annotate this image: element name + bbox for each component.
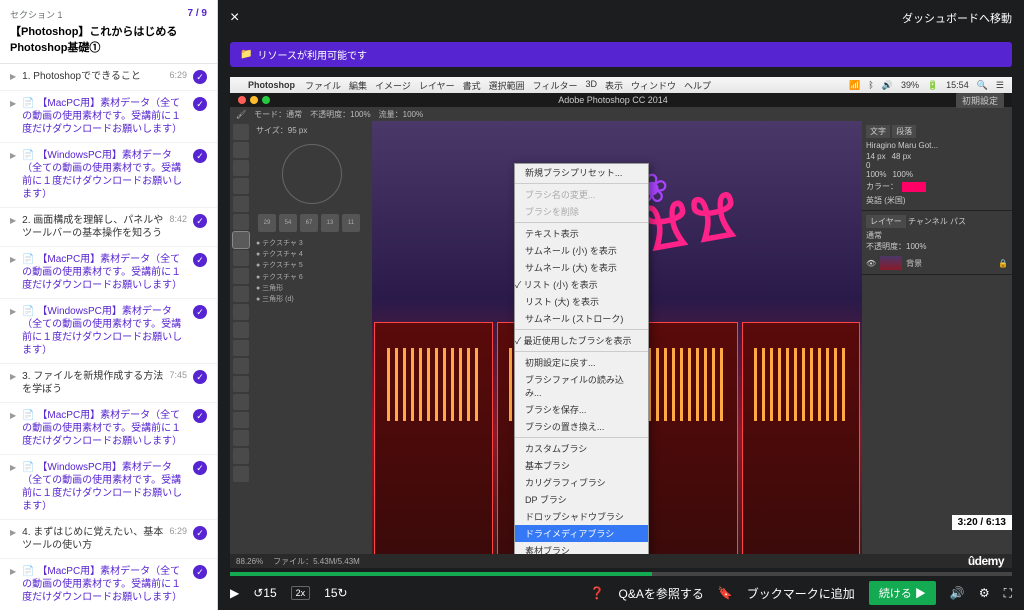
qa-icon: ❓ bbox=[590, 586, 605, 600]
ps-tool[interactable] bbox=[233, 430, 249, 446]
section-label: セクション 1 bbox=[10, 10, 63, 20]
sidebar-item[interactable]: ▶1. Photoshopでできること6:29✓ bbox=[0, 64, 217, 91]
ps-tool[interactable] bbox=[233, 322, 249, 338]
ps-tool[interactable] bbox=[233, 142, 249, 158]
qa-link[interactable]: Q&Aを参照する bbox=[619, 585, 704, 602]
speed-button[interactable]: 2x bbox=[291, 586, 311, 600]
dashboard-link[interactable]: ダッシュボードへ移動 bbox=[902, 10, 1012, 26]
player-controls: ▶ ↺15 2x 15↻ ❓ Q&Aを参照する 🔖 ブックマークに追加 続ける … bbox=[218, 576, 1024, 610]
sidebar-item[interactable]: ▶4. まずはじめに覚えたい、基本ツールの使い方6:29✓ bbox=[0, 520, 217, 559]
fullscreen-button[interactable]: ⛶ bbox=[1004, 586, 1012, 601]
eye-icon[interactable]: 👁 bbox=[866, 259, 876, 268]
mac-menubar: Photoshop ファイル編集イメージレイヤー書式選択範囲フィルター3D表示ウ… bbox=[230, 77, 1012, 93]
ps-tool[interactable] bbox=[233, 304, 249, 320]
bookmark-icon: 🔖 bbox=[718, 586, 733, 600]
ps-right-panels[interactable]: 文字 段落 Hiragino Maru Got... 14 px48 px 0 … bbox=[862, 121, 1012, 568]
bookmark-link[interactable]: ブックマークに追加 bbox=[747, 585, 855, 602]
sidebar-item[interactable]: ▶📄 【MacPC用】素材データ（全ての動画の使用素材です。受講前に１度だけダウ… bbox=[0, 91, 217, 143]
ps-statusbar: 88.26% ファイル：5.43M/5.43M bbox=[230, 554, 1012, 568]
video-frame[interactable]: Photoshop ファイル編集イメージレイヤー書式選択範囲フィルター3D表示ウ… bbox=[230, 77, 1012, 568]
folder-icon: 📁 bbox=[240, 49, 252, 60]
vol-icon: 🔊 bbox=[882, 80, 893, 91]
ps-tool[interactable] bbox=[233, 124, 249, 140]
ps-tool[interactable] bbox=[233, 250, 249, 266]
sidebar-item[interactable]: ▶📄 【MacPC用】素材データ（全ての動画の使用素材です。受講前に１度だけダウ… bbox=[0, 403, 217, 455]
ps-titlebar: Adobe Photoshop CC 2014 初期設定 bbox=[230, 93, 1012, 107]
ps-toolbar[interactable] bbox=[230, 121, 252, 568]
ps-tool[interactable] bbox=[233, 286, 249, 302]
ps-canvas[interactable]: ❀❀❀ ꖏꖏ 新規ブラシプリセット...ブラシ名の変更...ブラシを削除テキスト… bbox=[372, 121, 862, 568]
sidebar-item[interactable]: ▶2. 画面構成を理解し、パネルやツールバーの基本操作を知ろう8:42✓ bbox=[0, 208, 217, 247]
ps-tool[interactable] bbox=[233, 196, 249, 212]
ps-tool[interactable] bbox=[233, 466, 249, 482]
brush-icon: 🖌 bbox=[236, 110, 246, 119]
rewind-15-button[interactable]: ↺15 bbox=[253, 586, 276, 600]
battery-pct: 39% bbox=[901, 80, 919, 90]
sidebar-header: セクション 1 7 / 9 【Photoshop】これからはじめるPhotosh… bbox=[0, 0, 217, 64]
settings-button[interactable]: ⚙ bbox=[979, 586, 990, 600]
ps-tool[interactable] bbox=[233, 160, 249, 176]
ps-workspace: サイズ：95 px 2954671311 ● テクスチャ 3● テクスチャ 4●… bbox=[230, 121, 1012, 568]
search-icon: 🔍 bbox=[977, 80, 988, 91]
play-button[interactable]: ▶ bbox=[230, 586, 239, 600]
continue-button[interactable]: 続ける ▶ bbox=[869, 581, 936, 605]
wifi-icon: 📶 bbox=[849, 80, 860, 91]
layer-thumb[interactable] bbox=[880, 256, 902, 270]
course-sidebar: セクション 1 7 / 9 【Photoshop】これからはじめるPhotosh… bbox=[0, 0, 218, 610]
ps-tool[interactable] bbox=[233, 358, 249, 374]
udemy-watermark: ûdemy bbox=[968, 554, 1004, 568]
brush-panel[interactable]: サイズ：95 px 2954671311 ● テクスチャ 3● テクスチャ 4●… bbox=[252, 121, 372, 568]
color-swatch[interactable] bbox=[902, 182, 926, 192]
section-progress: 7 / 9 bbox=[188, 8, 207, 19]
brush-preview bbox=[282, 144, 342, 204]
ps-tool[interactable] bbox=[233, 448, 249, 464]
ps-tool[interactable] bbox=[233, 376, 249, 392]
ps-tool[interactable] bbox=[233, 214, 249, 230]
sidebar-list[interactable]: ▶1. Photoshopでできること6:29✓▶📄 【MacPC用】素材データ… bbox=[0, 64, 217, 610]
battery-icon: 🔋 bbox=[927, 80, 938, 91]
ps-tool[interactable] bbox=[233, 268, 249, 284]
brush-preset-flyout[interactable]: 新規ブラシプリセット...ブラシ名の変更...ブラシを削除テキスト表示サムネール… bbox=[514, 163, 649, 568]
ps-tool[interactable] bbox=[233, 412, 249, 428]
time-tooltip: 3:20 / 6:13 bbox=[952, 515, 1012, 530]
sidebar-item[interactable]: ▶3. ファイルを新規作成する方法を学ぼう7:45✓ bbox=[0, 364, 217, 403]
ps-options-bar: 🖌 モード：通常 不透明度：100% 流量：100% bbox=[230, 107, 1012, 121]
section-title: 【Photoshop】これからはじめるPhotoshop基礎① bbox=[10, 23, 207, 55]
menu-icon: ☰ bbox=[996, 80, 1004, 91]
mac-menus: ファイル編集イメージレイヤー書式選択範囲フィルター3D表示ウィンドウヘルプ bbox=[305, 79, 711, 92]
app-name: Photoshop bbox=[248, 80, 295, 90]
resources-chip[interactable]: 📁 リソースが利用可能です bbox=[230, 42, 1012, 67]
lock-icon: 🔒 bbox=[998, 259, 1008, 268]
volume-button[interactable]: 🔊 bbox=[950, 586, 965, 600]
forward-15-button[interactable]: 15↻ bbox=[324, 586, 347, 600]
ps-tool[interactable] bbox=[233, 340, 249, 356]
clock: 15:54 bbox=[946, 80, 969, 90]
sidebar-item[interactable]: ▶📄 【WindowsPC用】素材データ（全ての動画の使用素材です。受講前に１度… bbox=[0, 455, 217, 520]
close-icon[interactable]: × bbox=[230, 9, 239, 27]
sidebar-item[interactable]: ▶📄 【WindowsPC用】素材データ（全ての動画の使用素材です。受講前に１度… bbox=[0, 143, 217, 208]
main-area: × ダッシュボードへ移動 📁 リソースが利用可能です Photoshop ファイ… bbox=[218, 0, 1024, 610]
preset-btn[interactable]: 初期設定 bbox=[956, 93, 1004, 108]
sidebar-item[interactable]: ▶📄 【MacPC用】素材データ（全ての動画の使用素材です。受講前に１度だけダウ… bbox=[0, 559, 217, 610]
bt-icon: ᛒ bbox=[868, 80, 873, 90]
ps-tool[interactable] bbox=[233, 394, 249, 410]
sidebar-item[interactable]: ▶📄 【WindowsPC用】素材データ（全ての動画の使用素材です。受講前に１度… bbox=[0, 299, 217, 364]
progress-bar[interactable] bbox=[230, 572, 1012, 576]
player-topbar: × ダッシュボードへ移動 bbox=[218, 0, 1024, 36]
ps-tool[interactable] bbox=[233, 178, 249, 194]
sidebar-item[interactable]: ▶📄 【MacPC用】素材データ（全ての動画の使用素材です。受講前に１度だけダウ… bbox=[0, 247, 217, 299]
ps-tool[interactable] bbox=[233, 232, 249, 248]
